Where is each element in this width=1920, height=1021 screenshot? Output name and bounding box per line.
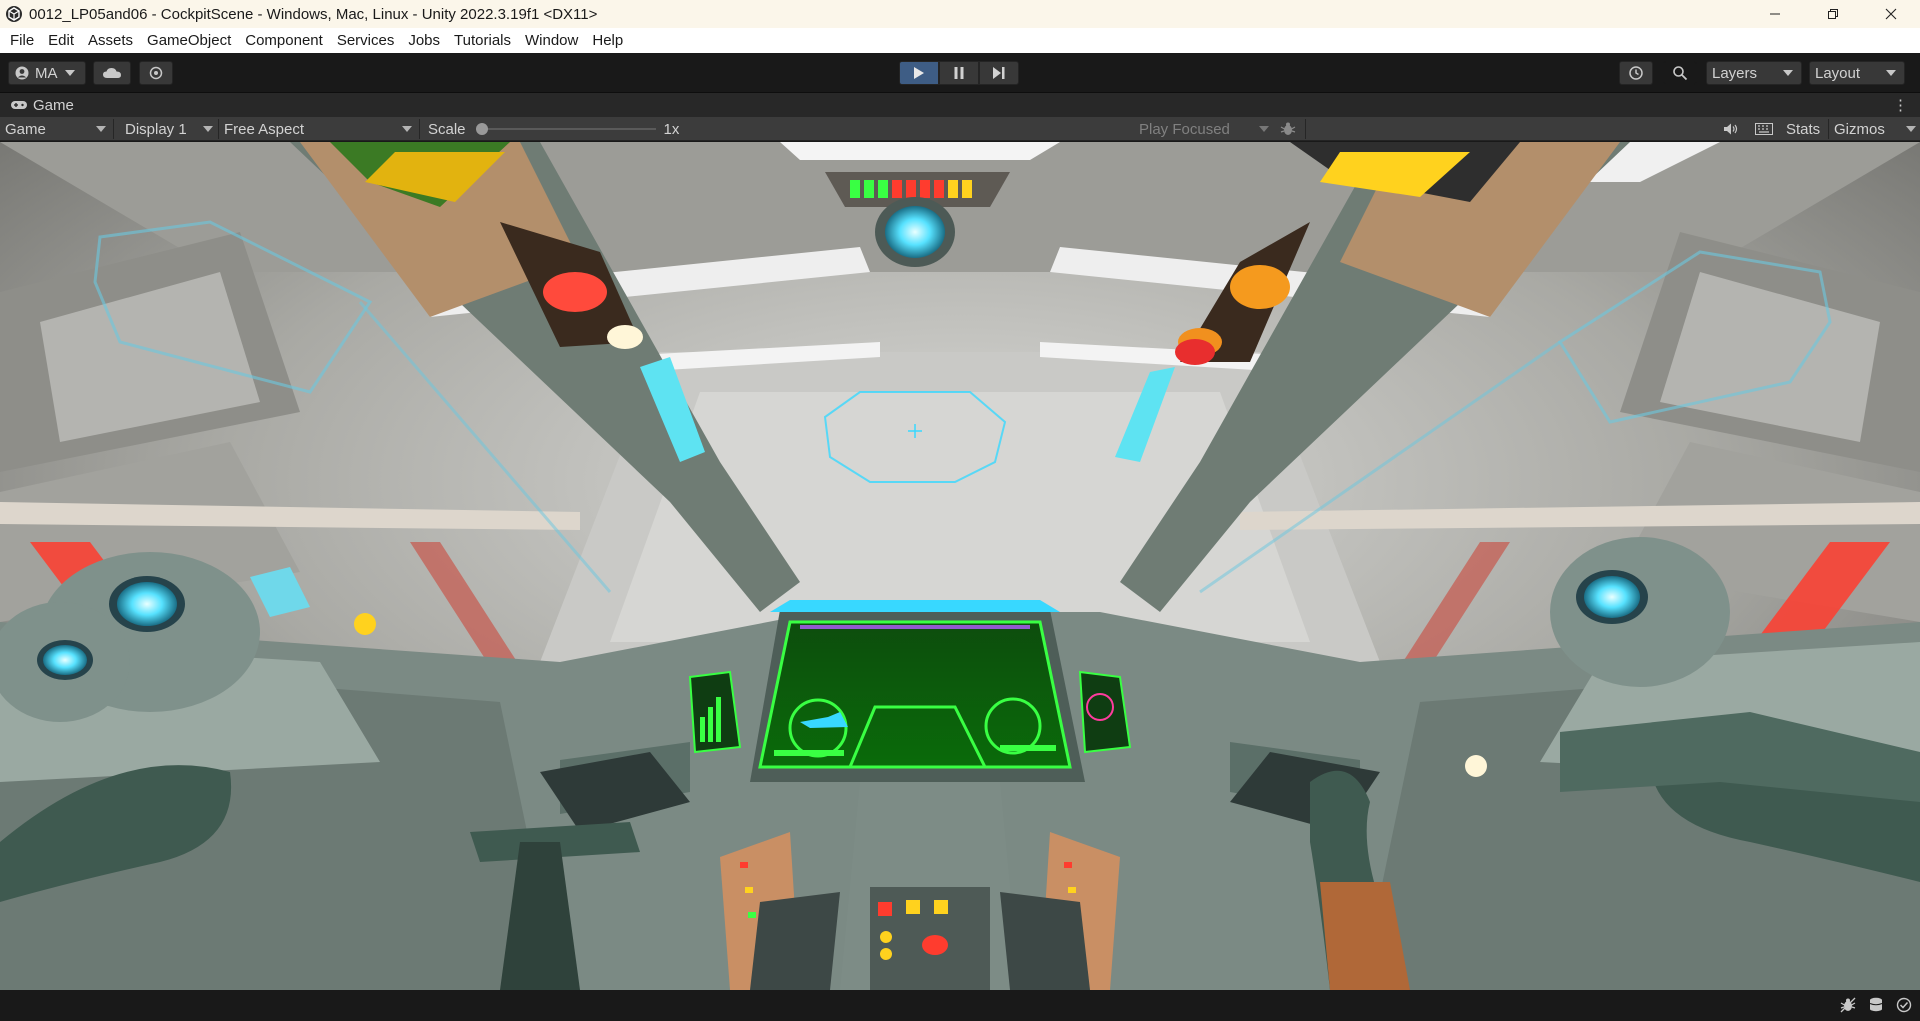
gizmos-dropdown[interactable]: Gizmos xyxy=(1834,117,1916,141)
step-icon xyxy=(993,67,1005,79)
status-bar xyxy=(0,990,1920,1021)
account-label: MA xyxy=(35,64,58,82)
menu-window[interactable]: Window xyxy=(518,32,585,49)
search-button[interactable] xyxy=(1663,61,1697,85)
menu-services[interactable]: Services xyxy=(330,32,402,49)
layers-label: Layers xyxy=(1712,64,1758,82)
speaker-icon xyxy=(1724,123,1738,135)
close-button[interactable] xyxy=(1862,0,1920,28)
aspect-label: Free Aspect xyxy=(224,120,305,138)
search-icon xyxy=(1673,66,1688,81)
play-mode-dropdown[interactable]: Play Focused xyxy=(1139,117,1269,141)
divider xyxy=(218,119,219,139)
mute-audio-button[interactable] xyxy=(1723,117,1741,141)
play-button[interactable] xyxy=(899,61,939,85)
account-dropdown[interactable]: MA xyxy=(8,61,86,85)
gizmos-label: Gizmos xyxy=(1834,120,1885,138)
game-viewport[interactable] xyxy=(0,142,1920,990)
scale-control: Scale 1x xyxy=(428,117,688,141)
unity-logo-icon xyxy=(6,6,22,22)
divider xyxy=(113,119,114,139)
stats-label: Stats xyxy=(1786,120,1821,138)
divider xyxy=(419,119,420,139)
pause-icon xyxy=(954,67,964,79)
chevron-down-icon xyxy=(64,70,75,76)
bug-icon[interactable] xyxy=(1840,997,1856,1013)
main-toolbar: MA Layers Layout xyxy=(0,53,1920,93)
display-label: Display 1 xyxy=(125,120,187,138)
chevron-down-icon xyxy=(402,126,412,132)
divider xyxy=(1305,119,1306,139)
history-button[interactable] xyxy=(1619,61,1653,85)
keyboard-icon xyxy=(1755,123,1773,135)
gamepad-icon xyxy=(11,101,27,109)
aspect-dropdown[interactable]: Free Aspect xyxy=(224,117,414,141)
minimize-icon xyxy=(1770,13,1780,15)
chevron-down-icon xyxy=(203,126,213,132)
pause-button[interactable] xyxy=(939,61,979,85)
game-view-toolbar: Game Display 1 Free Aspect Scale 1x Play… xyxy=(0,117,1920,141)
tab-game[interactable]: Game xyxy=(0,97,74,114)
cloud-icon xyxy=(103,68,121,78)
collab-button[interactable] xyxy=(139,61,173,85)
menu-tutorials[interactable]: Tutorials xyxy=(447,32,518,49)
play-icon xyxy=(914,67,924,79)
chevron-down-icon xyxy=(1783,70,1793,76)
game-tab-header: Game ⋮ xyxy=(0,93,1920,117)
tab-game-label: Game xyxy=(33,96,74,114)
chevron-down-icon xyxy=(1259,126,1269,132)
scale-value: 1x xyxy=(663,120,680,138)
bug-icon xyxy=(1280,122,1296,135)
chevron-down-icon xyxy=(96,126,106,132)
more-options-icon[interactable]: ⋮ xyxy=(1893,96,1908,114)
cockpit-render xyxy=(0,142,1920,990)
view-mode-dropdown[interactable]: Game xyxy=(5,117,110,141)
window-title: 0012_LP05and06 - CockpitScene - Windows,… xyxy=(29,5,598,23)
minimize-button[interactable] xyxy=(1746,0,1804,28)
stats-button[interactable]: Stats xyxy=(1786,117,1820,141)
divider xyxy=(1828,119,1829,139)
menu-edit[interactable]: Edit xyxy=(41,32,81,49)
scale-slider-handle[interactable] xyxy=(475,123,488,135)
keyboard-shortcuts-button[interactable] xyxy=(1755,117,1773,141)
window-title-bar: 0012_LP05and06 - CockpitScene - Windows,… xyxy=(0,0,1920,28)
layout-dropdown[interactable]: Layout xyxy=(1809,61,1905,85)
scale-slider[interactable] xyxy=(475,123,656,135)
menu-jobs[interactable]: Jobs xyxy=(401,32,447,49)
menu-component[interactable]: Component xyxy=(238,32,330,49)
menu-help[interactable]: Help xyxy=(585,32,630,49)
play-mode-label: Play Focused xyxy=(1139,120,1230,138)
close-icon xyxy=(1885,8,1897,20)
view-mode-label: Game xyxy=(5,120,46,138)
restore-icon xyxy=(1828,9,1838,19)
layers-dropdown[interactable]: Layers xyxy=(1706,61,1802,85)
display-dropdown[interactable]: Display 1 xyxy=(125,117,215,141)
check-circle-icon[interactable] xyxy=(1896,997,1912,1013)
history-icon xyxy=(1629,66,1643,80)
restore-button[interactable] xyxy=(1804,0,1862,28)
menu-gameobject[interactable]: GameObject xyxy=(140,32,238,49)
scale-label: Scale xyxy=(428,120,466,138)
gear-icon xyxy=(149,66,163,80)
menu-assets[interactable]: Assets xyxy=(81,32,140,49)
step-button[interactable] xyxy=(979,61,1019,85)
chevron-down-icon xyxy=(1906,126,1916,132)
menu-file[interactable]: File xyxy=(3,32,41,49)
cloud-button[interactable] xyxy=(93,61,131,85)
menu-bar: File Edit Assets GameObject Component Se… xyxy=(0,28,1920,53)
account-icon xyxy=(15,66,29,80)
chevron-down-icon xyxy=(1886,70,1896,76)
play-controls xyxy=(899,61,1019,85)
layout-label: Layout xyxy=(1815,64,1861,82)
debug-button[interactable] xyxy=(1280,117,1300,141)
cache-server-icon[interactable] xyxy=(1868,997,1884,1013)
